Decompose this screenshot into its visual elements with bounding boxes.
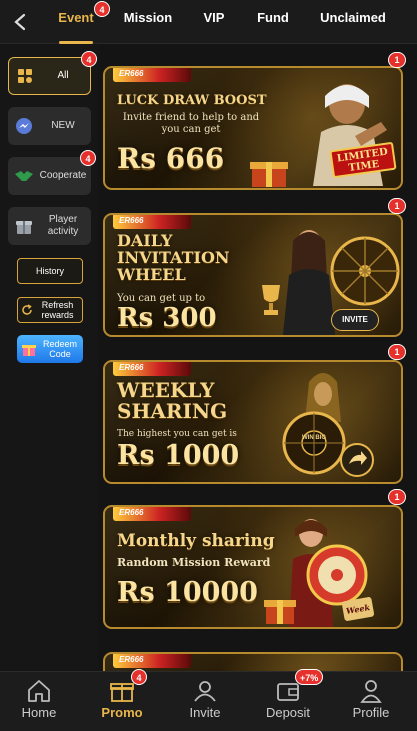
sidebar-item-label: NEW — [51, 120, 75, 131]
brand-logo: ER666 — [113, 215, 191, 229]
trophy-icon — [262, 285, 280, 315]
sidebar-item-label: All — [57, 70, 69, 81]
banner-amount: Rs 10000 — [117, 577, 258, 608]
nav-promo-badge: 4 — [131, 669, 147, 685]
tab-event[interactable]: Event 4 — [52, 0, 110, 44]
nav-label: Deposit — [265, 705, 311, 720]
banner-subtitle: The highest you can get is — [117, 429, 237, 439]
tab-mission[interactable]: Mission — [119, 0, 177, 44]
promo-banner-luck-draw[interactable]: ER666 LIMITED TIME LUCK DRAW BOOST Invit… — [103, 66, 403, 190]
bottom-navigation: Home 4 Promo Invite +7% Deposit Profile — [0, 669, 417, 731]
banner-badge: 1 — [388, 52, 406, 68]
refresh-icon — [22, 304, 32, 315]
tab-event-badge: 4 — [94, 1, 110, 17]
wheel-illustration — [306, 544, 368, 606]
promo-banner-weekly-sharing[interactable]: ER666 WIN BIG WEEKLY SHARING The highest… — [103, 360, 403, 484]
nav-invite[interactable]: Invite — [170, 672, 240, 731]
banner-subtitle: Random Mission Reward — [117, 556, 271, 569]
tab-label: Unclaimed — [320, 10, 386, 25]
tab-vip[interactable]: VIP — [196, 0, 232, 44]
banner-badge: 1 — [388, 344, 406, 360]
tab-label: VIP — [203, 10, 225, 25]
brand-logo: ER666 — [113, 68, 191, 82]
sidebar-item-new[interactable]: NEW — [8, 107, 91, 145]
history-label: History — [35, 266, 64, 276]
banner-amount: Rs 1000 — [117, 440, 240, 471]
nav-label: Invite — [189, 705, 221, 720]
invite-tag: INVITE — [331, 309, 379, 331]
messenger-icon — [13, 115, 35, 137]
nav-label: Profile — [352, 705, 390, 720]
tab-label: Fund — [257, 10, 289, 25]
profile-icon — [360, 680, 382, 703]
nav-label: Promo — [101, 705, 143, 720]
sidebar-item-player-activity[interactable]: Player activity — [8, 207, 91, 245]
share-arrow-icon — [340, 443, 374, 477]
nav-deposit[interactable]: +7% Deposit — [253, 669, 324, 731]
banner-amount: Rs 300 — [117, 303, 217, 333]
history-button[interactable]: History — [17, 258, 83, 284]
home-icon — [28, 680, 50, 702]
nav-home[interactable]: Home — [4, 672, 74, 731]
grid-icon — [14, 65, 36, 87]
sidebar-all-badge: 4 — [81, 51, 97, 67]
back-button[interactable] — [6, 8, 34, 36]
banner-subtitle: Invite friend to help to and you can get — [122, 112, 260, 135]
tab-label: Event — [58, 10, 94, 25]
users-icon — [194, 681, 216, 702]
gift-icon — [110, 683, 134, 702]
gift-icon — [13, 215, 35, 237]
sidebar-item-label: Cooperate — [39, 170, 87, 181]
sidebar-cooperate-badge: 4 — [80, 150, 96, 166]
promo-banner-monthly-sharing[interactable]: ER666 Week Monthly sharing Random Missio… — [103, 505, 403, 629]
category-sidebar: All 4 NEW Cooperate 4 Player activity Hi… — [0, 45, 98, 670]
gift-box-icon — [264, 600, 296, 624]
top-tab-bar: Event 4 Mission VIP Fund Unclaimed — [0, 0, 417, 44]
refresh-rewards-label: Refresh rewards — [41, 300, 74, 320]
banner-title: WEEKLY SHARING — [117, 378, 228, 423]
chevron-left-icon — [14, 13, 26, 31]
gift-box-icon — [22, 345, 36, 356]
brand-logo: ER666 — [113, 362, 191, 376]
tab-unclaimed[interactable]: Unclaimed — [316, 0, 390, 44]
sidebar-item-label: Player activity — [47, 214, 79, 237]
banner-amount: Rs 666 — [117, 142, 225, 175]
banner-title: Monthly sharing — [117, 531, 275, 551]
sidebar-item-all[interactable]: All 4 — [8, 51, 97, 95]
wheel-illustration — [282, 411, 346, 475]
brand-logo: ER666 — [113, 654, 191, 668]
refresh-rewards-button[interactable]: Refresh rewards — [17, 297, 83, 323]
nav-promo[interactable]: 4 Promo — [87, 669, 157, 731]
handshake-icon — [13, 165, 35, 187]
nav-profile[interactable]: Profile — [336, 672, 406, 731]
tab-fund[interactable]: Fund — [252, 0, 294, 44]
tab-label: Mission — [123, 10, 173, 25]
banner-badge: 1 — [388, 489, 406, 505]
banner-title: DAILY INVITATION WHEEL — [117, 231, 230, 284]
redeem-code-button[interactable]: Redeem Code — [17, 335, 83, 363]
win-big-tag: WIN BIG — [302, 435, 326, 441]
promo-banner-daily-invitation[interactable]: ER666 INVITE DAILY INVITATION WHEEL You … — [103, 213, 403, 337]
sidebar-item-cooperate[interactable]: Cooperate 4 — [8, 150, 96, 195]
brand-logo: ER666 — [113, 507, 191, 521]
nav-label: Home — [21, 705, 57, 720]
banner-title: LUCK DRAW BOOST — [117, 93, 267, 108]
redeem-code-label: Redeem Code — [42, 339, 78, 359]
nav-deposit-badge: +7% — [295, 669, 324, 685]
gift-box-icon — [250, 162, 288, 187]
banner-badge: 1 — [388, 198, 406, 214]
